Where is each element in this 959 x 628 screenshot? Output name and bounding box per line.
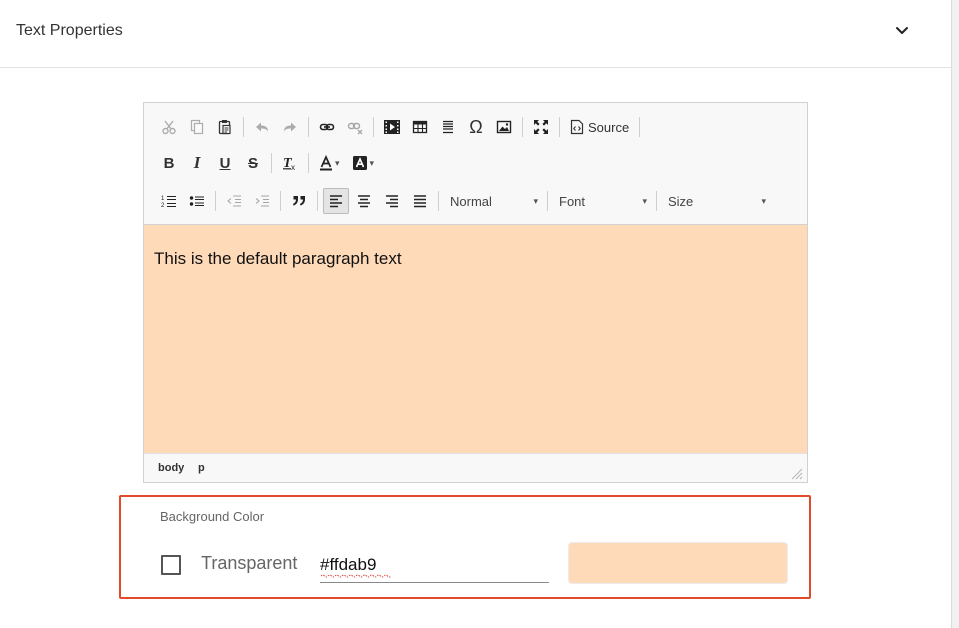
chevron-down-icon: ▾ [533, 195, 538, 206]
chevron-down-icon: ▾ [642, 195, 647, 206]
scrollbar[interactable] [951, 0, 959, 628]
copy-icon[interactable] [184, 114, 210, 140]
source-label: Source [588, 119, 630, 135]
path-item-p[interactable]: p [198, 462, 205, 474]
numbered-list-icon[interactable]: 12 [156, 188, 182, 214]
chevron-down-icon: ▾ [335, 157, 340, 168]
link-icon[interactable] [314, 114, 340, 140]
rich-text-editor: Ω Source B I U S T x ▾ ▾ 1 2 Normal ▾ Fo… [143, 102, 808, 483]
background-color-icon [352, 156, 367, 170]
font-size-value: Size [668, 193, 694, 209]
text-color-icon [320, 155, 332, 171]
background-color-field: Background Color Transparent [119, 495, 811, 599]
svg-text:2: 2 [161, 203, 165, 209]
toolbar-row-paragraph: 12 Normal ▾ Font ▾ Size ▾ [156, 188, 772, 214]
background-color-label: Background Color [160, 509, 265, 524]
element-path-bar: body p [144, 453, 807, 482]
align-center-icon[interactable] [351, 188, 377, 214]
align-right-icon[interactable] [379, 188, 405, 214]
chevron-down-icon: ▾ [369, 157, 375, 168]
svg-text:x: x [291, 163, 295, 171]
decrease-indent-icon[interactable] [221, 188, 247, 214]
background-color-button[interactable]: ▾ [347, 150, 380, 176]
bold-button[interactable]: B [156, 150, 182, 176]
underline-button[interactable]: U [212, 150, 238, 176]
align-left-icon[interactable] [323, 188, 349, 214]
paragraph-format-value: Normal [450, 193, 492, 209]
path-item-body[interactable]: body [158, 462, 184, 474]
special-character-icon[interactable]: Ω [463, 114, 489, 140]
toolbar-row-basic-styles: B I U S Tx ▾ ▾ [156, 150, 381, 176]
align-justify-icon[interactable] [407, 188, 433, 214]
image-icon[interactable] [491, 114, 517, 140]
maximize-icon[interactable] [528, 114, 554, 140]
strikethrough-label: S [247, 154, 258, 172]
text-color-button[interactable]: ▾ [314, 150, 345, 176]
transparent-label[interactable]: Transparent [201, 553, 297, 574]
italic-button[interactable]: I [184, 150, 210, 176]
blockquote-icon[interactable] [286, 188, 312, 214]
transparent-checkbox[interactable] [161, 555, 181, 575]
source-icon [570, 119, 584, 135]
bulleted-list-icon[interactable] [184, 188, 210, 214]
text-properties-header[interactable]: Text Properties [0, 0, 951, 68]
paste-icon[interactable] [212, 114, 238, 140]
resize-handle-icon[interactable] [791, 467, 803, 480]
paragraph-text[interactable]: This is the default paragraph text [154, 249, 402, 269]
editor-content-area[interactable]: This is the default paragraph text [144, 225, 807, 453]
table-icon[interactable] [407, 114, 433, 140]
editor-toolbar: Ω Source B I U S T x ▾ ▾ 1 2 Normal ▾ Fo… [144, 103, 807, 225]
increase-indent-icon[interactable] [249, 188, 275, 214]
source-button[interactable]: Source [565, 114, 634, 140]
cut-icon[interactable] [156, 114, 182, 140]
paragraph-format-dropdown[interactable]: Normal ▾ [444, 189, 544, 213]
font-family-value: Font [559, 193, 586, 209]
unlink-icon[interactable] [342, 114, 368, 140]
redo-icon[interactable] [277, 114, 303, 140]
svg-text:1: 1 [161, 196, 165, 202]
undo-icon[interactable] [249, 114, 275, 140]
media-embed-icon[interactable] [379, 114, 405, 140]
spellcheck-underline [321, 574, 391, 578]
remove-format-icon[interactable]: Tx [277, 150, 303, 176]
italic-label: I [193, 153, 201, 172]
font-family-dropdown[interactable]: Font ▾ [553, 189, 653, 213]
color-swatch[interactable] [568, 542, 788, 584]
font-size-dropdown[interactable]: Size ▾ [662, 189, 772, 213]
underline-label: U [219, 154, 231, 172]
panel-title: Text Properties [16, 22, 123, 39]
chevron-down-icon: ▾ [761, 195, 766, 206]
chevron-down-icon[interactable] [894, 24, 910, 38]
horizontal-line-icon[interactable] [435, 114, 461, 140]
bold-label: B [163, 154, 175, 172]
strikethrough-button[interactable]: S [240, 150, 266, 176]
toolbar-row-clipboard-insert: Ω Source [156, 114, 645, 140]
